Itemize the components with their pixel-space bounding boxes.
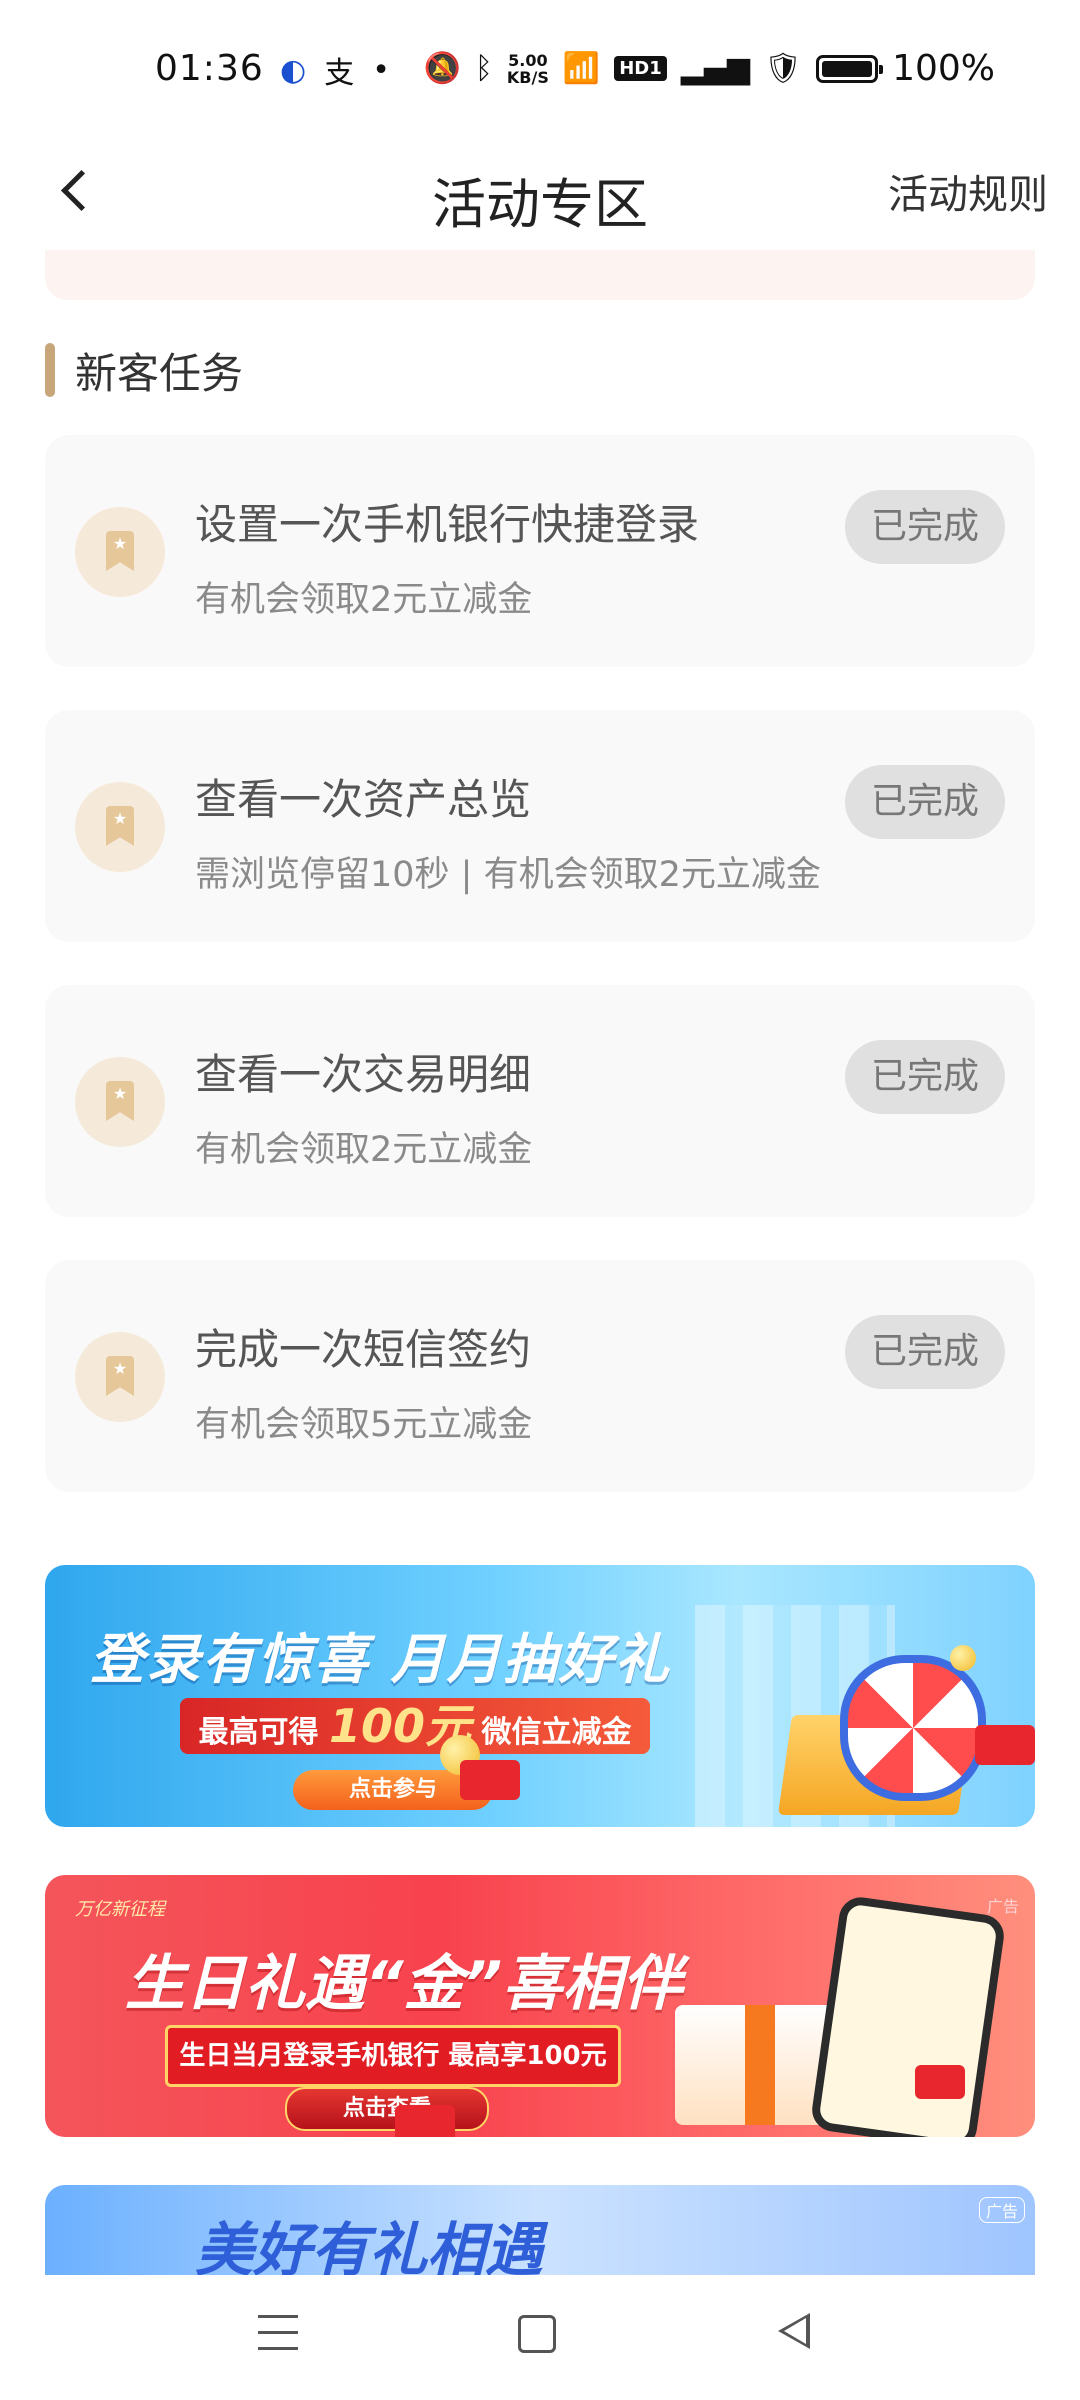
task-subtitle: 需浏览停留10秒 | 有机会领取2元立减金 <box>195 855 821 895</box>
previous-card-bottom <box>45 250 1035 300</box>
app-notification-icon: ◐ <box>280 52 307 88</box>
task-title: 设置一次手机银行快捷登录 <box>195 500 700 549</box>
banner-headline: 美好有礼相遇 <box>195 2216 544 2275</box>
network-speed: 5.00 KB/S <box>507 52 549 86</box>
wifi-icon: 📶 <box>562 51 601 86</box>
status-system-icons: 🔕 ᛒ 5.00 KB/S 📶 HD1 ▂▄▆ 🛡 100% <box>424 48 995 89</box>
task-status-button[interactable]: 已完成 <box>845 1315 1005 1389</box>
banner-sub-prefix: 最高可得 <box>198 1715 319 1750</box>
bookmark-star-icon: ★ <box>75 1332 165 1422</box>
mute-icon: 🔕 <box>423 51 461 86</box>
view-button[interactable]: 点击查看 <box>285 2087 489 2131</box>
network-speed-unit: KB/S <box>506 67 549 87</box>
task-title: 完成一次短信签约 <box>195 1325 532 1374</box>
section-accent-bar <box>45 343 55 397</box>
status-bar: 01:36 ◐ 支 • 🔕 ᛒ 5.00 KB/S 📶 HD1 ▂▄▆ 🛡 10… <box>0 0 1080 130</box>
dot-icon: • <box>372 52 390 88</box>
banner-brand: 万亿新征程 <box>75 1899 165 1920</box>
banner-sub-suffix: 微信立减金 <box>481 1715 632 1750</box>
top-nav: 活动专区 活动规则 <box>0 130 1080 260</box>
task-subtitle: 有机会领取5元立减金 <box>195 1405 533 1445</box>
section-header: 新客任务 <box>45 340 243 400</box>
task-card: ★ 查看一次交易明细 有机会领取2元立减金 已完成 <box>45 985 1035 1217</box>
task-subtitle: 有机会领取2元立减金 <box>195 1130 533 1170</box>
status-notification-icons: ◐ 支 • <box>280 48 390 92</box>
task-card: ★ 完成一次短信签约 有机会领取5元立减金 已完成 <box>45 1260 1035 1492</box>
birthday-banner[interactable]: 万亿新征程 广告 生日礼遇“金”喜相伴 生日当月登录手机银行 最高享100元微信… <box>45 1875 1035 2137</box>
shield-icon: 🛡 <box>763 51 803 86</box>
battery-percent: 100% <box>892 48 995 89</box>
banner-subtitle: 最高可得 100元 微信立减金 <box>180 1698 650 1754</box>
red-packet-icon <box>460 1760 520 1800</box>
ad-label: 广告 <box>986 1897 1019 1916</box>
alipay-notification-icon: 支 <box>324 56 355 91</box>
banner-headline: 生日礼遇“金”喜相伴 <box>125 1949 683 2019</box>
status-time: 01:36 <box>155 48 264 89</box>
triangle-back-icon[interactable] <box>778 2313 810 2349</box>
task-status-button[interactable]: 已完成 <box>845 1040 1005 1114</box>
task-title: 查看一次交易明细 <box>195 1050 532 1099</box>
banner-headline: 登录有惊喜 月月抽好礼 <box>90 1628 671 1691</box>
red-packet-icon <box>975 1725 1035 1765</box>
phone-illustration <box>809 1894 1007 2137</box>
login-lottery-banner[interactable]: 登录有惊喜 月月抽好礼 最高可得 100元 微信立减金 点击参与 <box>45 1565 1035 1827</box>
bookmark-star-icon: ★ <box>75 1057 165 1147</box>
bluetooth-icon: ᛒ <box>474 51 493 86</box>
ad-label: 广告 <box>978 2197 1025 2223</box>
battery-icon <box>816 54 884 83</box>
task-title: 查看一次资产总览 <box>195 775 532 824</box>
hd-icon: HD1 <box>614 56 667 81</box>
task-card: ★ 设置一次手机银行快捷登录 有机会领取2元立减金 已完成 <box>45 435 1035 667</box>
prize-wheel-illustration <box>840 1655 986 1801</box>
section-title: 新客任务 <box>75 348 244 398</box>
coin-icon <box>950 1645 976 1671</box>
red-packet-icon <box>395 2105 455 2137</box>
banner-subtitle: 生日当月登录手机银行 最高享100元微信立减金 <box>165 2025 621 2127</box>
menu-icon[interactable] <box>258 2315 298 2351</box>
bookmark-star-icon: ★ <box>75 507 165 597</box>
signal-icon: ▂▄▆ <box>680 51 750 86</box>
task-subtitle: 有机会领取2元立减金 <box>195 580 533 620</box>
third-banner[interactable]: 美好有礼相遇 广告 <box>45 2185 1035 2275</box>
task-status-button[interactable]: 已完成 <box>845 765 1005 839</box>
red-packet-icon <box>915 2065 965 2099</box>
square-home-icon[interactable] <box>518 2315 556 2353</box>
activity-rules-link[interactable]: 活动规则 <box>888 162 1048 220</box>
task-card: ★ 查看一次资产总览 需浏览停留10秒 | 有机会领取2元立减金 已完成 <box>45 710 1035 942</box>
bookmark-star-icon: ★ <box>75 782 165 872</box>
system-navigation-bar <box>0 2275 1080 2400</box>
task-status-button[interactable]: 已完成 <box>845 490 1005 564</box>
